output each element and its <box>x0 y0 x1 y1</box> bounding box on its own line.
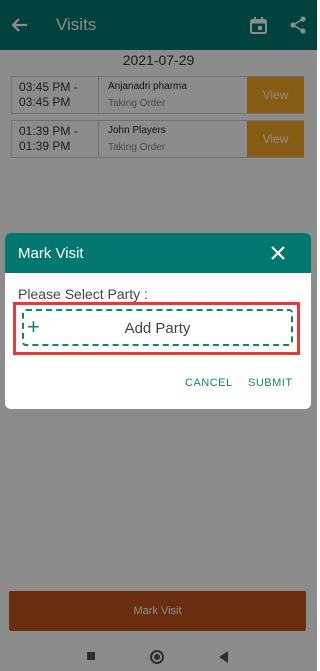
visits-screen: Visits 2021-07-29 03:45 PM - 03:45 PM An… <box>0 0 317 671</box>
dialog-title: Mark Visit <box>18 245 84 262</box>
submit-button[interactable]: SUBMIT <box>248 377 293 389</box>
select-party-label: Please Select Party : <box>18 286 148 302</box>
close-icon[interactable] <box>270 245 286 261</box>
dialog-header: Mark Visit <box>5 233 311 273</box>
cancel-button[interactable]: CANCEL <box>185 377 233 389</box>
mark-visit-dialog: Mark Visit Please Select Party : + Add P… <box>5 233 311 409</box>
add-party-label: Add Party <box>124 320 191 337</box>
add-party-button[interactable]: + Add Party <box>22 309 293 346</box>
